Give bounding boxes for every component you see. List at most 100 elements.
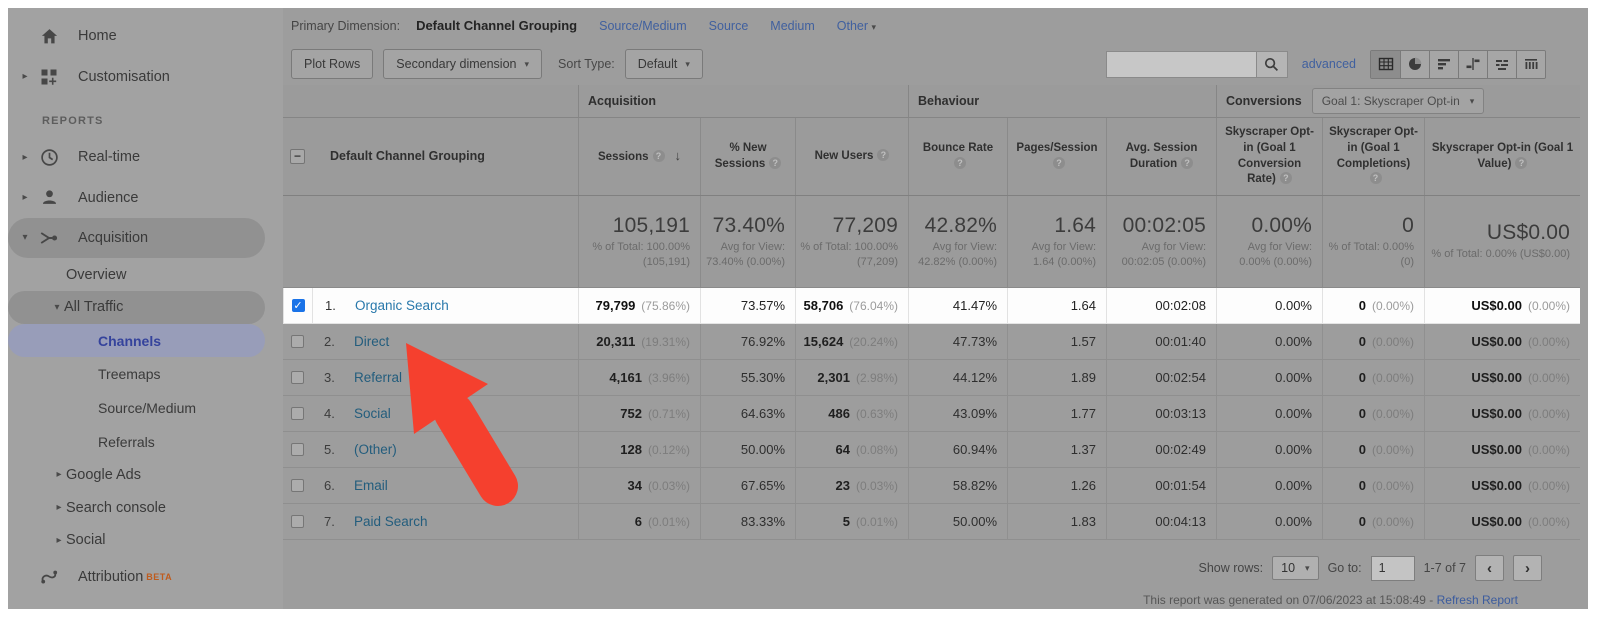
help-icon[interactable]: ?	[877, 148, 890, 161]
row-checkbox[interactable]	[291, 443, 304, 456]
col-header-bounce-rate[interactable]: Bounce Rate?	[908, 118, 1007, 195]
plot-rows-button[interactable]: Plot Rows	[291, 49, 374, 79]
performance-view-button[interactable]	[1429, 50, 1458, 78]
chevron-down-icon: ▾	[1305, 562, 1310, 573]
col-header-new-sessions[interactable]: % New Sessions?	[700, 118, 795, 195]
channel-link[interactable]: Organic Search	[355, 298, 449, 313]
col-header-goal-value[interactable]: Skyscraper Opt-in (Goal 1 Value)?	[1424, 118, 1580, 195]
next-page-button[interactable]: ›	[1513, 555, 1542, 581]
expand-arrow-icon[interactable]: ▸	[52, 535, 66, 546]
expand-arrow-icon[interactable]: ▸	[18, 152, 32, 163]
sidebar-item-customisation[interactable]: ▸ Customisation	[8, 56, 283, 96]
channel-link[interactable]: Email	[354, 478, 388, 493]
table-row-organic-search[interactable]: ✓ 1. Organic Search 79,799 (75.86%) 73.57%…	[283, 288, 1580, 324]
chevron-down-icon: ▾	[1469, 95, 1475, 106]
advanced-link[interactable]: advanced	[1302, 57, 1356, 71]
table-row-social[interactable]: 4. Social 752 (0.71%) 64.63% 486 (0.63%) 43…	[283, 396, 1580, 432]
report-generated-note: This report was generated on 07/06/2023 …	[1143, 593, 1518, 607]
table-row-referral[interactable]: 3. Referral 4,161 (3.96%) 55.30% 2,301 (2.9…	[283, 360, 1580, 396]
row-checkbox[interactable]	[291, 335, 304, 348]
term-cloud-view-button[interactable]	[1487, 50, 1516, 78]
primary-dim-link-source-medium[interactable]: Source/Medium	[599, 19, 687, 33]
chevron-down-icon: ▾	[524, 58, 530, 69]
primary-dim-link-other[interactable]: Other ▾	[837, 19, 876, 33]
row-checkbox[interactable]	[291, 371, 304, 384]
sidebar-item-home[interactable]: Home	[8, 16, 283, 56]
sidebar-item-referrals[interactable]: Referrals	[8, 425, 283, 459]
row-number: 6.	[324, 478, 335, 493]
table-row-paid-search[interactable]: 7. Paid Search 6 (0.01%) 83.33% 5 (0.01%) 5…	[283, 504, 1580, 540]
row-checkbox[interactable]	[291, 407, 304, 420]
help-icon[interactable]: ?	[652, 150, 665, 163]
table-row-direct[interactable]: 2. Direct 20,311 (19.31%) 76.92% 15,624 (20…	[283, 324, 1580, 360]
expand-arrow-icon[interactable]: ▸	[52, 502, 66, 513]
channel-link[interactable]: Direct	[354, 334, 389, 349]
sidebar-item-acquisition[interactable]: ▾ Acquisition	[8, 217, 265, 259]
expand-arrow-icon[interactable]: ▸	[18, 71, 32, 82]
analytics-screen: Home ▸ Customisation REPORTS ▸ Real-time…	[8, 8, 1588, 609]
help-icon[interactable]: ?	[769, 156, 782, 169]
metric-group-header: Acquisition Behaviour Conversions Goal 1…	[283, 85, 1580, 118]
attribution-icon	[38, 566, 60, 588]
sidebar-item-audience[interactable]: ▸ Audience	[8, 177, 283, 217]
show-rows-dropdown[interactable]: 10 ▾	[1272, 556, 1319, 580]
sidebar-item-search-console[interactable]: ▸ Search console	[8, 491, 283, 524]
total-new-users: 77,209	[832, 213, 898, 237]
comparison-view-button[interactable]	[1458, 50, 1487, 78]
col-header-new-users[interactable]: New Users?	[795, 118, 908, 195]
help-icon[interactable]: ?	[1279, 172, 1292, 185]
help-icon[interactable]: ?	[1369, 172, 1382, 185]
channel-link[interactable]: Referral	[354, 370, 402, 385]
channel-link[interactable]: Paid Search	[354, 514, 428, 529]
search-button[interactable]	[1255, 50, 1288, 78]
person-icon	[38, 187, 60, 209]
pie-chart-icon	[1409, 57, 1422, 70]
col-header-goal-completions[interactable]: Skyscraper Opt-in (Goal 1 Completions)?	[1322, 118, 1424, 195]
sidebar-item-realtime[interactable]: ▸ Real-time	[8, 137, 283, 177]
sidebar-item-attribution[interactable]: Attribution BETA	[8, 557, 283, 597]
primary-dimension-selected[interactable]: Default Channel Grouping	[416, 18, 577, 33]
percentage-view-button[interactable]	[1400, 50, 1429, 78]
col-header-avg-duration[interactable]: Avg. Session Duration?	[1106, 118, 1216, 195]
help-icon[interactable]: ?	[954, 156, 966, 169]
prev-page-button[interactable]: ‹	[1475, 555, 1504, 581]
row-checkbox-checked[interactable]: ✓	[291, 299, 305, 312]
table-view-button[interactable]	[1371, 50, 1400, 78]
sidebar-item-google-ads[interactable]: ▸ Google Ads	[8, 458, 283, 491]
sidebar-item-social[interactable]: ▸ Social	[8, 524, 283, 557]
expand-arrow-icon[interactable]: ▸	[18, 192, 32, 203]
col-header-goal-rate[interactable]: Skyscraper Opt-in (Goal 1 Conversion Rat…	[1216, 118, 1322, 195]
goto-page-input[interactable]	[1370, 555, 1415, 581]
channel-link[interactable]: (Other)	[354, 442, 397, 457]
table-row-other[interactable]: 5. (Other) 128 (0.12%) 50.00% 64 (0.08%) 60…	[283, 432, 1580, 468]
col-header-dimension[interactable]: Default Channel Grouping	[312, 118, 578, 195]
help-icon[interactable]: ?	[1515, 156, 1528, 169]
primary-dimension-label: Primary Dimension:	[291, 18, 401, 33]
table-row-email[interactable]: 6. Email 34 (0.03%) 67.65% 23 (0.03%) 58.82…	[283, 468, 1580, 504]
goal-selector-dropdown[interactable]: Goal 1: Skyscraper Opt-in ▾	[1311, 88, 1485, 114]
col-header-pages-session[interactable]: Pages/Session?	[1007, 118, 1106, 195]
sidebar-item-treemaps[interactable]: Treemaps	[8, 357, 283, 391]
search-input[interactable]	[1105, 50, 1256, 78]
sidebar-item-channels[interactable]: Channels	[8, 323, 265, 358]
collapse-arrow-icon[interactable]: ▾	[18, 232, 32, 243]
sidebar-item-source-medium[interactable]: Source/Medium	[8, 391, 283, 425]
channel-link[interactable]: Social	[354, 406, 391, 421]
help-icon[interactable]: ?	[1181, 156, 1194, 169]
col-header-sessions[interactable]: Sessions? ↓	[578, 118, 700, 195]
secondary-dimension-button[interactable]: Secondary dimension ▾	[383, 49, 543, 79]
collapse-all-checkbox[interactable]: −	[290, 149, 305, 164]
row-checkbox[interactable]	[291, 479, 304, 492]
row-number: 5.	[324, 442, 335, 457]
sort-type-dropdown[interactable]: Default ▾	[624, 49, 703, 79]
row-checkbox[interactable]	[291, 515, 304, 528]
expand-arrow-icon[interactable]: ▸	[52, 469, 66, 480]
sidebar-item-all-traffic[interactable]: ▾ All Traffic	[8, 290, 265, 324]
primary-dim-link-medium[interactable]: Medium	[770, 19, 814, 33]
refresh-report-link[interactable]: Refresh Report	[1437, 593, 1518, 607]
help-icon[interactable]: ?	[1053, 156, 1065, 169]
sidebar-item-overview[interactable]: Overview	[8, 258, 283, 291]
pivot-view-button[interactable]	[1516, 50, 1545, 78]
collapse-arrow-icon[interactable]: ▾	[50, 302, 64, 313]
primary-dim-link-source[interactable]: Source	[709, 19, 749, 33]
